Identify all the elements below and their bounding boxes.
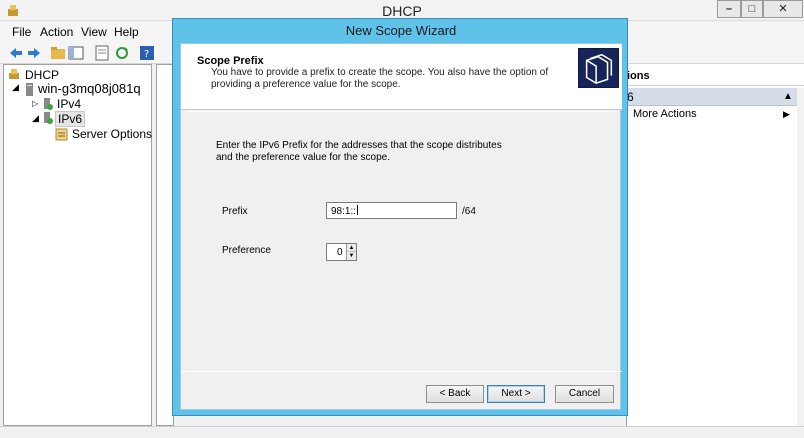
new-scope-wizard-dialog: New Scope Wizard Scope Prefix You have t… xyxy=(172,18,628,416)
tree-item-server[interactable]: win-g3mq08j081q xyxy=(38,81,141,96)
back-arrow-icon[interactable] xyxy=(8,45,24,61)
minimize-button[interactable]: – xyxy=(717,0,741,18)
wizard-client-area: Scope Prefix You have to provide a prefi… xyxy=(180,43,622,410)
refresh-icon[interactable] xyxy=(114,45,130,61)
actions-pane: ions 6 ▲ More Actions ▶ xyxy=(626,64,804,426)
wizard-folders-icon xyxy=(578,48,619,88)
footer-separator xyxy=(181,371,622,372)
tree-item-dhcp[interactable]: DHCP xyxy=(25,68,59,82)
show-hide-tree-icon[interactable] xyxy=(68,45,84,61)
expand-arrow-icon[interactable]: ◢ xyxy=(32,113,39,124)
spin-up-icon[interactable]: ▲ xyxy=(347,244,356,252)
menu-help[interactable]: Help xyxy=(114,25,139,39)
maximize-button[interactable]: □ xyxy=(741,0,763,18)
menu-action[interactable]: Action xyxy=(40,25,73,39)
back-button[interactable]: < Back xyxy=(426,385,484,403)
tree-item-ipv6[interactable]: IPv6 xyxy=(55,111,86,127)
text-caret xyxy=(357,205,359,215)
dhcp-tree-icon xyxy=(9,69,19,79)
prefix-length-label: /64 xyxy=(462,206,476,217)
server-icon xyxy=(26,83,33,96)
preference-spinner[interactable]: 0 ▲ ▼ xyxy=(326,243,357,261)
up-folder-icon[interactable] xyxy=(50,45,66,61)
collapse-up-icon[interactable]: ▲ xyxy=(783,91,793,102)
actions-subheader[interactable]: 6 ▲ xyxy=(627,88,799,106)
preference-label: Preference xyxy=(222,245,271,256)
menu-file[interactable]: File xyxy=(12,25,31,39)
collapsed-arrow-icon[interactable]: ▷ xyxy=(32,99,38,108)
actions-subheader-label: 6 xyxy=(627,90,634,104)
next-button[interactable]: Next > xyxy=(487,385,545,403)
header-separator xyxy=(187,111,616,112)
properties-icon[interactable] xyxy=(94,45,110,61)
help-icon[interactable]: ? xyxy=(139,45,155,61)
svg-text:?: ? xyxy=(144,49,149,60)
ipv6-icon xyxy=(44,112,53,124)
window-title: DHCP xyxy=(382,3,422,19)
console-tree: DHCP ◢ win-g3mq08j081q ▷ IPv4 ◢ IPv6 Ser… xyxy=(3,64,152,426)
ipv4-icon xyxy=(44,98,53,110)
server-options-icon xyxy=(55,128,68,141)
wizard-header: Scope Prefix You have to provide a prefi… xyxy=(181,44,622,110)
spinner-buttons: ▲ ▼ xyxy=(346,244,356,260)
wizard-title: New Scope Wizard xyxy=(345,23,457,38)
status-bar xyxy=(0,426,804,438)
actions-scrollbar[interactable] xyxy=(797,88,804,426)
close-button[interactable]: ✕ xyxy=(763,0,803,18)
prefix-input[interactable]: 98:1:: xyxy=(326,202,457,219)
wizard-page-description: You have to provide a prefix to create t… xyxy=(211,67,549,90)
tree-item-server-options[interactable]: Server Options xyxy=(72,127,152,141)
prefix-input-value: 98:1:: xyxy=(331,206,357,217)
preference-value: 0 xyxy=(337,247,343,258)
forward-arrow-icon[interactable] xyxy=(26,45,42,61)
actions-header: ions xyxy=(627,68,804,86)
submenu-arrow-icon: ▶ xyxy=(783,109,790,119)
wizard-page-title: Scope Prefix xyxy=(197,55,264,67)
more-actions-link[interactable]: More Actions xyxy=(633,108,697,120)
expand-arrow-icon[interactable]: ◢ xyxy=(12,82,19,93)
prefix-label: Prefix xyxy=(222,206,248,217)
tree-item-ipv4[interactable]: IPv4 xyxy=(57,97,81,111)
wizard-instructions: Enter the IPv6 Prefix for the addresses … xyxy=(216,140,502,163)
cancel-button[interactable]: Cancel xyxy=(555,385,614,403)
menu-view[interactable]: View xyxy=(81,25,107,39)
spin-down-icon[interactable]: ▼ xyxy=(347,252,356,260)
actions-header-label: ions xyxy=(627,70,650,82)
